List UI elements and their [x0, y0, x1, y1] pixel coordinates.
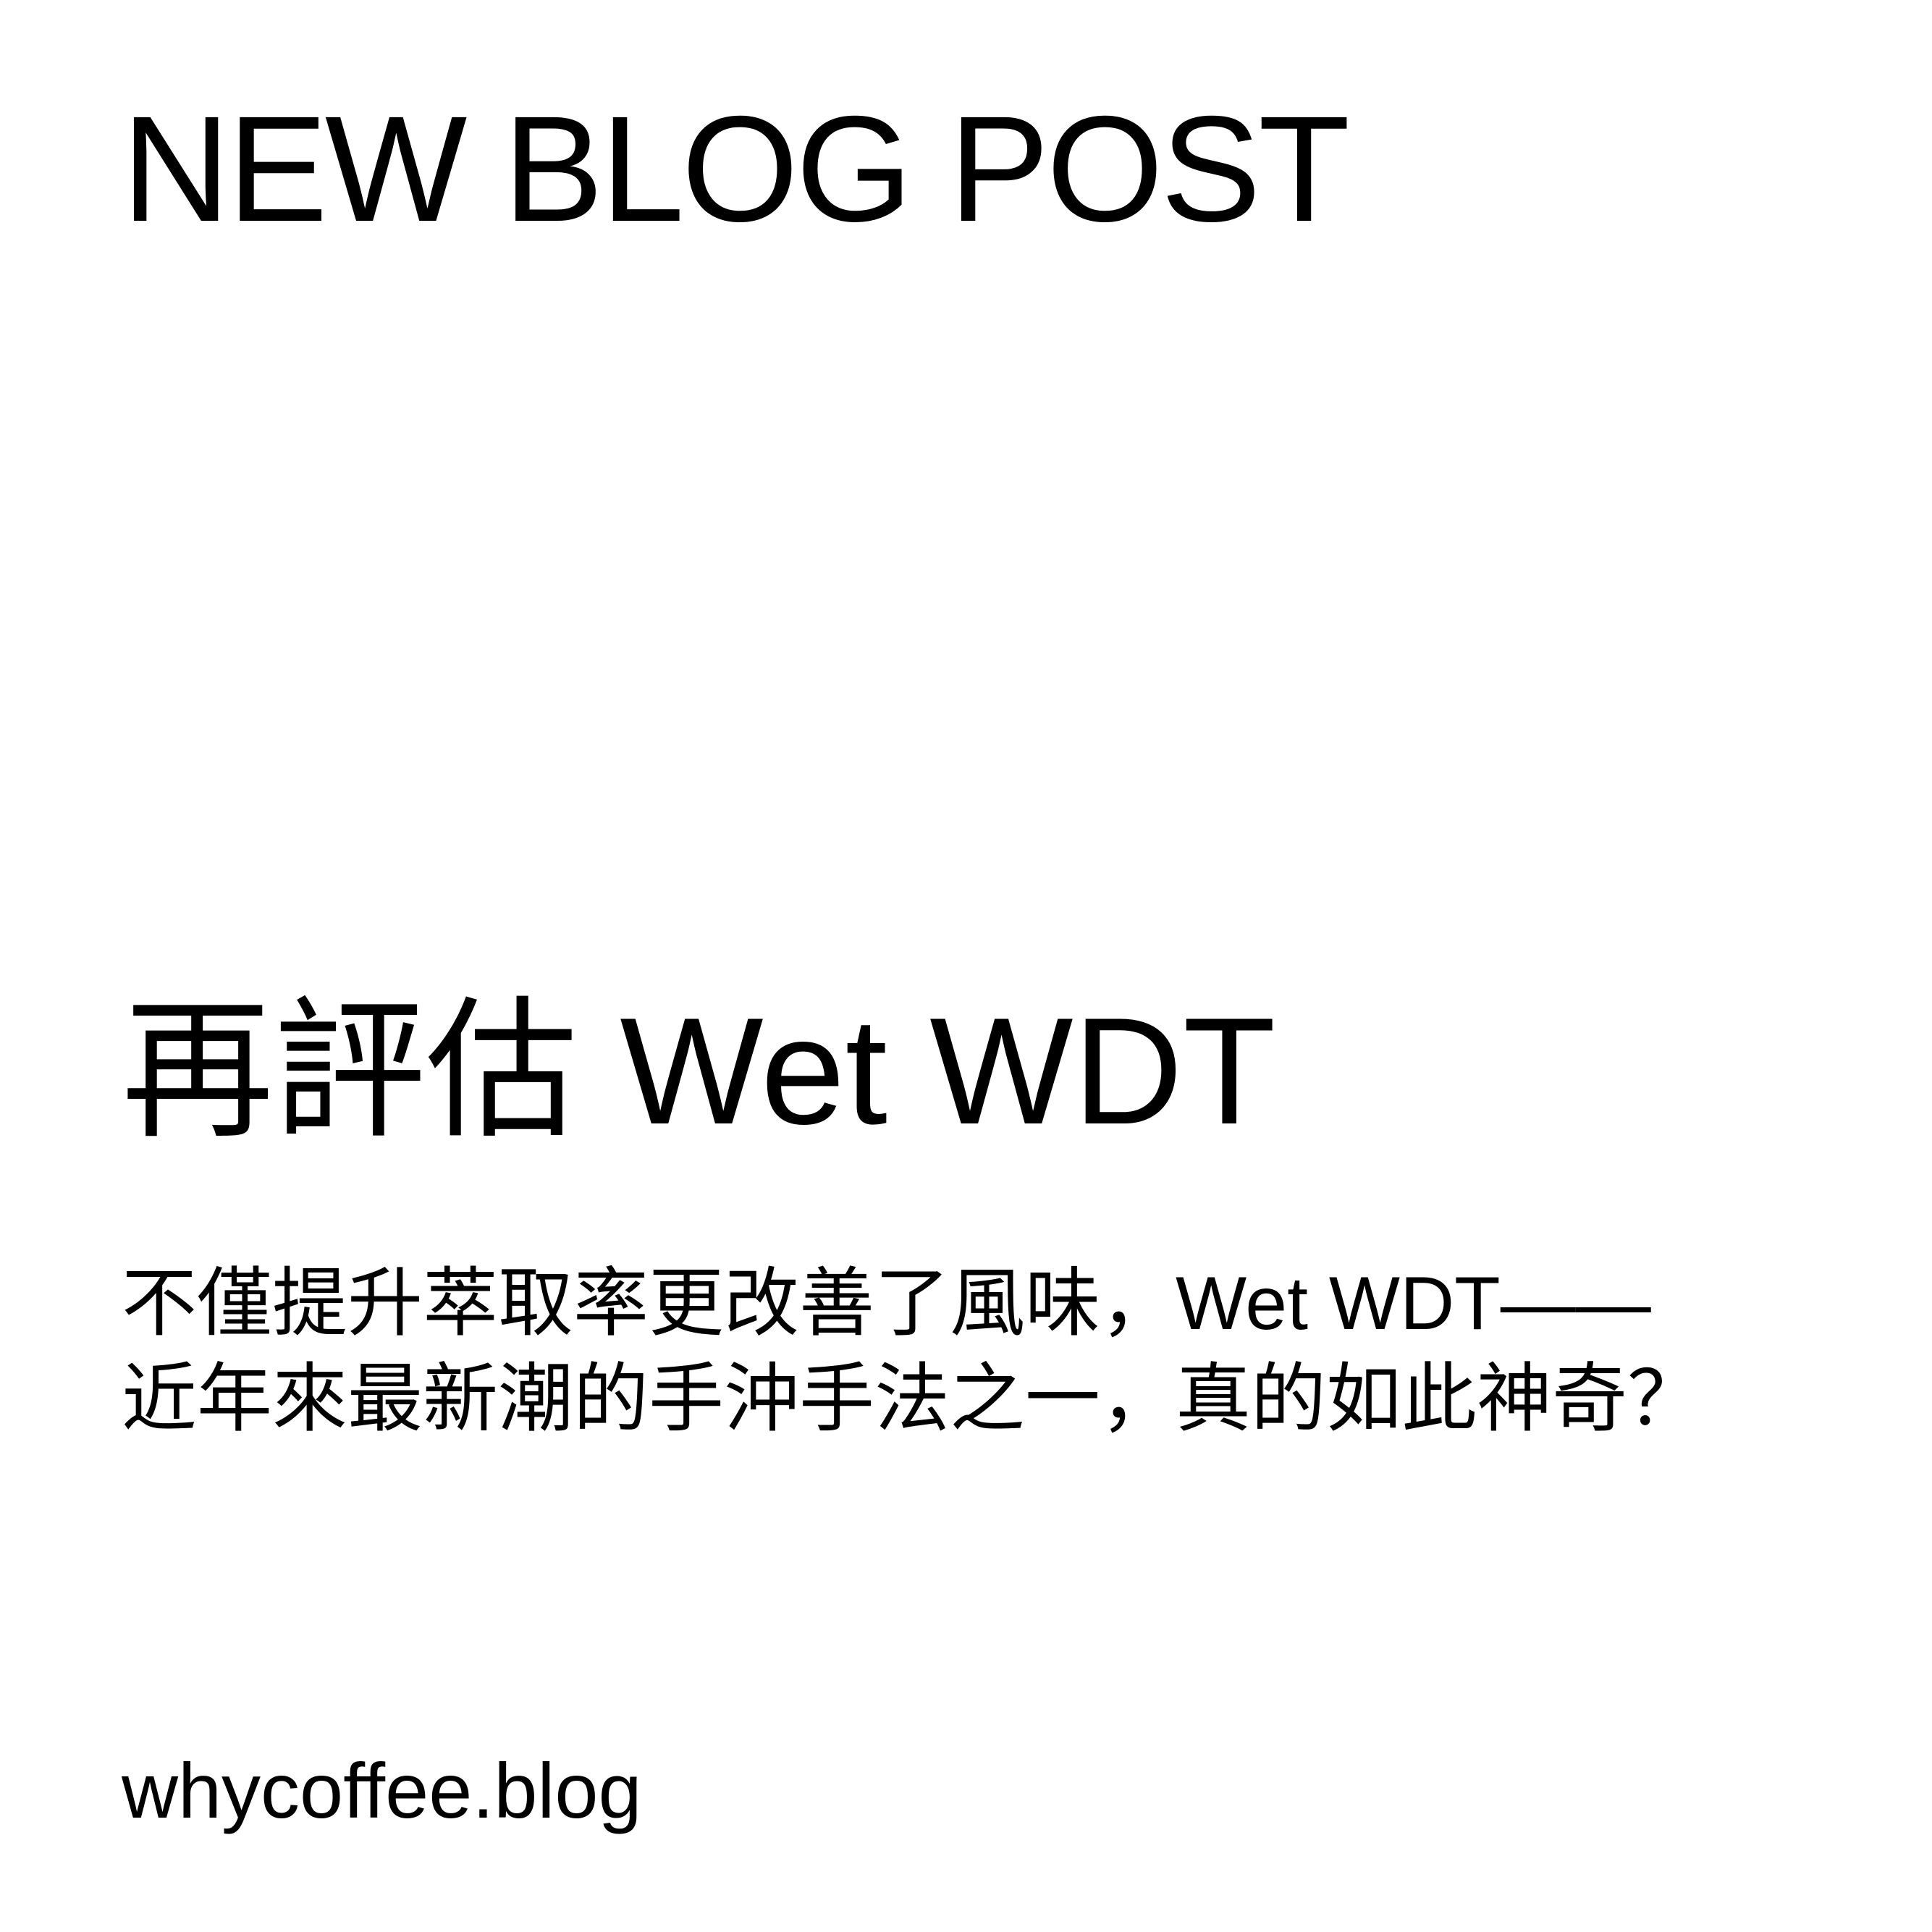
- new-blog-post-label: NEW BLOG POST: [122, 85, 1350, 253]
- subtitle-line-1: 不僅提升萃取率更改善了風味，Wet WDT——: [122, 1262, 1651, 1346]
- subtitle-line-2: 近年來最新潮的手沖手法之一，真的如此神奇？: [122, 1357, 1703, 1441]
- post-subtitle: 不僅提升萃取率更改善了風味，Wet WDT—— 近年來最新潮的手沖手法之一，真的…: [122, 1256, 1703, 1447]
- site-url: whycoffee.blog: [122, 1747, 642, 1834]
- post-title: 再評估 Wet WDT: [122, 986, 1276, 1156]
